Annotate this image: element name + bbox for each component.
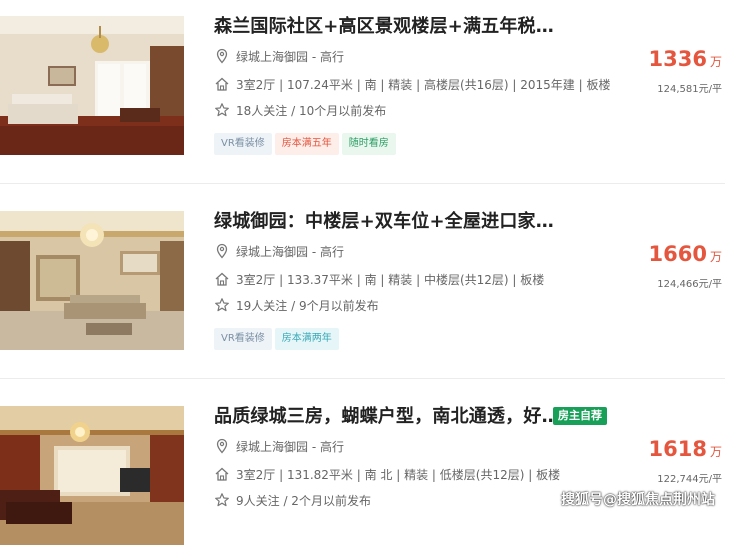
price-unit: 万 — [709, 250, 722, 264]
unit-price: 122,744元/平 — [657, 474, 722, 485]
location-text: 绿城上海御园 - 高行 — [236, 50, 344, 64]
location-pin-icon — [216, 438, 228, 454]
listing-card[interactable]: 品质绿城三房，蝴蝶户型，南北通透，好… 房主自荐 绿城上海御园 - 高行 3室2… — [0, 400, 740, 560]
follow-text: 9人关注 / 2个月以前发布 — [236, 494, 371, 508]
listing-follow: 9人关注 / 2个月以前发布 — [214, 492, 371, 510]
total-price: 1336 万 — [649, 46, 722, 72]
tag-vr[interactable]: VR看装修 — [214, 133, 272, 155]
unit-price: 124,466元/平 — [657, 279, 722, 290]
listing-info: 3室2厅 | 131.82平米 | 南 北 | 精装 | 低楼层(共12层) |… — [214, 466, 560, 484]
listing-info: 3室2厅 | 107.24平米 | 南 | 精装 | 高楼层(共16层) | 2… — [214, 76, 610, 94]
divider — [0, 183, 725, 184]
listing-card[interactable]: 森兰国际社区+高区景观楼层+满五年税… 绿城上海御园 - 高行 3室2厅 | 1… — [0, 10, 740, 170]
location-text: 绿城上海御园 - 高行 — [236, 440, 344, 454]
price-value: 1336 — [648, 47, 707, 71]
star-icon — [215, 103, 229, 117]
listing-location[interactable]: 绿城上海御园 - 高行 — [214, 48, 344, 66]
location-text: 绿城上海御园 - 高行 — [236, 245, 344, 259]
house-icon — [215, 467, 229, 481]
tag-list: VR看装修 房本满五年 随时看房 — [214, 131, 399, 155]
tag-vr[interactable]: VR看装修 — [214, 328, 272, 350]
house-icon — [215, 77, 229, 91]
owner-recommend-badge: 房主自荐 — [553, 407, 607, 425]
house-icon — [215, 272, 229, 286]
divider — [0, 378, 725, 379]
listing-title[interactable]: 品质绿城三房，蝴蝶户型，南北通透，好… — [214, 404, 560, 430]
location-pin-icon — [216, 243, 228, 259]
listing-follow: 18人关注 / 10个月以前发布 — [214, 102, 386, 120]
info-text: 3室2厅 | 131.82平米 | 南 北 | 精装 | 低楼层(共12层) |… — [236, 468, 561, 482]
price-unit: 万 — [709, 445, 722, 459]
listing-title[interactable]: 绿城御园：中楼层+双车位+全屋进口家… — [214, 209, 554, 235]
listing-photo[interactable] — [0, 211, 184, 350]
watermark: 搜狐号@搜狐焦点荆州站 — [561, 492, 715, 508]
listing-title[interactable]: 森兰国际社区+高区景观楼层+满五年税… — [214, 14, 554, 40]
price-unit: 万 — [709, 55, 722, 69]
unit-price: 124,581元/平 — [657, 84, 722, 95]
price-value: 1618 — [648, 437, 707, 461]
star-icon — [215, 298, 229, 312]
star-icon — [215, 493, 229, 507]
tag-five-years: 房本满五年 — [274, 133, 339, 155]
listing-photo[interactable] — [0, 16, 184, 155]
follow-text: 19人关注 / 9个月以前发布 — [236, 299, 379, 313]
listing-location[interactable]: 绿城上海御园 - 高行 — [214, 438, 344, 456]
tag-two-years: 房本满两年 — [274, 328, 339, 350]
listing-follow: 19人关注 / 9个月以前发布 — [214, 297, 379, 315]
tag-list: VR看装修 房本满两年 — [214, 326, 342, 350]
total-price: 1618 万 — [649, 436, 722, 462]
listing-location[interactable]: 绿城上海御园 - 高行 — [214, 243, 344, 261]
listing-info: 3室2厅 | 133.37平米 | 南 | 精装 | 中楼层(共12层) | 板… — [214, 271, 544, 289]
follow-text: 18人关注 / 10个月以前发布 — [236, 104, 387, 118]
location-pin-icon — [216, 48, 228, 64]
info-text: 3室2厅 | 107.24平米 | 南 | 精装 | 高楼层(共16层) | 2… — [236, 78, 611, 92]
tag-view-anytime: 随时看房 — [341, 133, 396, 155]
listing-photo[interactable] — [0, 406, 184, 545]
info-text: 3室2厅 | 133.37平米 | 南 | 精装 | 中楼层(共12层) | 板… — [236, 273, 545, 287]
price-value: 1660 — [648, 242, 707, 266]
total-price: 1660 万 — [649, 241, 722, 267]
listing-card[interactable]: 绿城御园：中楼层+双车位+全屋进口家… 绿城上海御园 - 高行 3室2厅 | 1… — [0, 205, 740, 365]
